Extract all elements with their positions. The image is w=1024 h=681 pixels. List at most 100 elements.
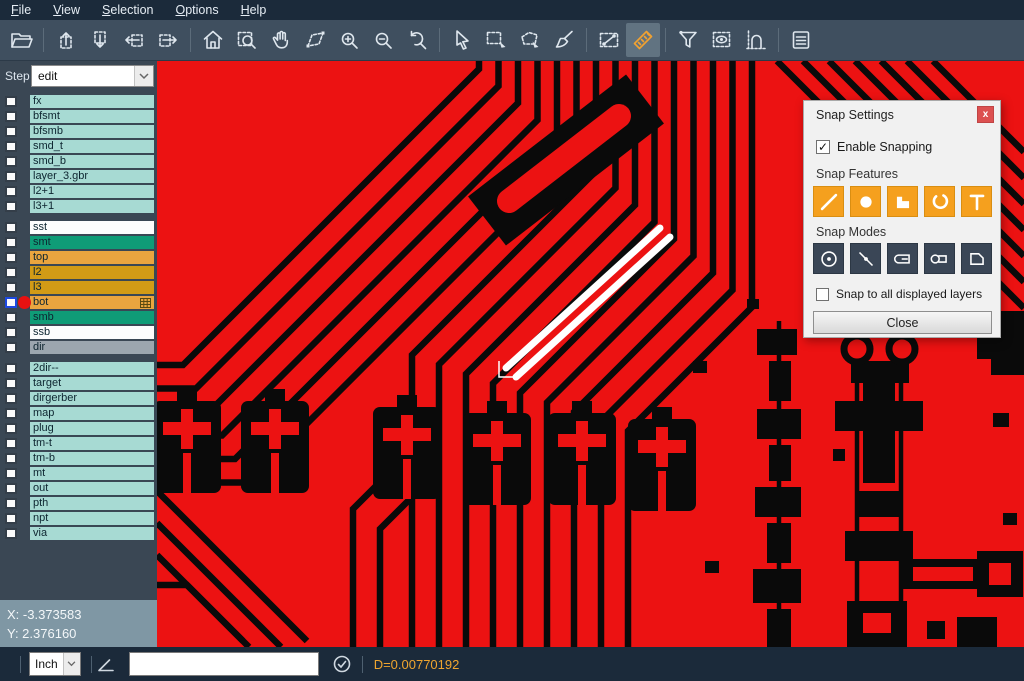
layer-name[interactable]: smt	[30, 236, 154, 249]
move-right-button[interactable]	[151, 23, 185, 57]
layer-name[interactable]: bot	[30, 296, 154, 309]
layer-name[interactable]: l2	[30, 266, 154, 279]
slot-end-snap-button[interactable]	[924, 243, 955, 274]
layer-name[interactable]: l2+1	[30, 185, 154, 198]
snap-all-layers-option[interactable]: Snap to all displayed layers	[816, 287, 982, 301]
snap-feature-surface-button[interactable]	[887, 186, 918, 217]
zoom-window-button[interactable]	[230, 23, 264, 57]
layer-visibility-checkbox[interactable]	[5, 267, 17, 278]
layer-visibility-checkbox[interactable]	[5, 201, 17, 212]
midpoint-snap-button[interactable]	[850, 243, 881, 274]
unit-dropdown[interactable]: Inch	[29, 652, 81, 676]
layer-name[interactable]: out	[30, 482, 154, 495]
layer-name[interactable]: 2dir--	[30, 362, 154, 375]
move-left-button[interactable]	[117, 23, 151, 57]
layer-visibility-checkbox[interactable]	[5, 513, 17, 524]
layer-visibility-checkbox[interactable]	[5, 96, 17, 107]
command-input[interactable]	[129, 652, 319, 676]
move-down-button[interactable]	[83, 23, 117, 57]
menu-item-options[interactable]: Options	[164, 3, 229, 17]
layer-visibility-checkbox[interactable]	[5, 408, 17, 419]
layer-name[interactable]: smd_b	[30, 155, 154, 168]
zoom-out-button[interactable]	[366, 23, 400, 57]
zoom-in-button[interactable]	[332, 23, 366, 57]
layer-name[interactable]: tm-b	[30, 452, 154, 465]
layer-visibility-checkbox[interactable]	[5, 342, 17, 353]
layer-visibility-checkbox[interactable]	[5, 186, 17, 197]
layer-name[interactable]: dir	[30, 341, 154, 354]
filter-button[interactable]	[671, 23, 705, 57]
layer-visibility-checkbox[interactable]	[5, 438, 17, 449]
contour-snap-button[interactable]	[961, 243, 992, 274]
zoom-previous-button[interactable]	[400, 23, 434, 57]
menu-item-view[interactable]: View	[42, 3, 91, 17]
view-window-button[interactable]	[705, 23, 739, 57]
layer-visibility-checkbox[interactable]	[5, 393, 17, 404]
layer-name[interactable]: map	[30, 407, 154, 420]
layer-name[interactable]: sst	[30, 221, 154, 234]
layer-name[interactable]: target	[30, 377, 154, 390]
layer-name[interactable]: tm-t	[30, 437, 154, 450]
layer-visibility-checkbox[interactable]	[5, 171, 17, 182]
report-button[interactable]	[784, 23, 818, 57]
layer-name[interactable]: pth	[30, 497, 154, 510]
layer-visibility-checkbox[interactable]	[5, 378, 17, 389]
enable-snapping-option[interactable]: Enable Snapping	[816, 140, 932, 154]
center-snap-button[interactable]	[813, 243, 844, 274]
layer-name[interactable]: fx	[30, 95, 154, 108]
layer-name[interactable]: mt	[30, 467, 154, 480]
select-rect-button[interactable]	[479, 23, 513, 57]
select-pointer-button[interactable]	[445, 23, 479, 57]
pan-button[interactable]	[264, 23, 298, 57]
select-polygon-button[interactable]	[513, 23, 547, 57]
slot-center-snap-button[interactable]	[887, 243, 918, 274]
layer-visibility-checkbox[interactable]	[5, 498, 17, 509]
layer-name[interactable]: dirgerber	[30, 392, 154, 405]
layer-visibility-checkbox[interactable]	[5, 423, 17, 434]
layer-name[interactable]: bfsmb	[30, 125, 154, 138]
layer-visibility-checkbox[interactable]	[5, 483, 17, 494]
measure-points-button[interactable]	[592, 23, 626, 57]
layer-name[interactable]: l3+1	[30, 200, 154, 213]
dialog-close-icon[interactable]: x	[977, 106, 994, 123]
snap-feature-text-button[interactable]	[961, 186, 992, 217]
home-button[interactable]	[196, 23, 230, 57]
layer-visibility-checkbox[interactable]	[5, 297, 17, 308]
layer-visibility-checkbox[interactable]	[5, 252, 17, 263]
layer-name[interactable]: via	[30, 527, 154, 540]
menu-item-selection[interactable]: Selection	[91, 3, 164, 17]
layer-name[interactable]: top	[30, 251, 154, 264]
zoom-dynamic-button[interactable]	[298, 23, 332, 57]
apply-check-icon[interactable]	[332, 654, 352, 674]
layer-visibility-checkbox[interactable]	[5, 156, 17, 167]
snap-all-layers-checkbox[interactable]	[816, 288, 829, 301]
layer-visibility-checkbox[interactable]	[5, 327, 17, 338]
layer-visibility-checkbox[interactable]	[5, 282, 17, 293]
layer-name[interactable]: layer_3.gbr	[30, 170, 154, 183]
layer-name[interactable]: npt	[30, 512, 154, 525]
layer-visibility-checkbox[interactable]	[5, 453, 17, 464]
layer-visibility-checkbox[interactable]	[5, 126, 17, 137]
layer-visibility-checkbox[interactable]	[5, 528, 17, 539]
layer-name[interactable]: smb	[30, 311, 154, 324]
layer-name[interactable]: ssb	[30, 326, 154, 339]
layer-visibility-checkbox[interactable]	[5, 222, 17, 233]
layer-name[interactable]: bfsmt	[30, 110, 154, 123]
move-up-button[interactable]	[49, 23, 83, 57]
layer-visibility-checkbox[interactable]	[5, 141, 17, 152]
snap-feature-arc-button[interactable]	[924, 186, 955, 217]
snap-button[interactable]	[739, 23, 773, 57]
layer-visibility-checkbox[interactable]	[5, 237, 17, 248]
clear-highlight-button[interactable]	[547, 23, 581, 57]
enable-snapping-checkbox[interactable]	[816, 140, 830, 154]
layer-visibility-checkbox[interactable]	[5, 468, 17, 479]
menu-item-help[interactable]: Help	[230, 3, 278, 17]
layer-visibility-checkbox[interactable]	[5, 312, 17, 323]
open-button[interactable]	[4, 23, 38, 57]
layer-visibility-checkbox[interactable]	[5, 111, 17, 122]
layer-name[interactable]: plug	[30, 422, 154, 435]
snap-feature-line-button[interactable]	[813, 186, 844, 217]
layer-name[interactable]: l3	[30, 281, 154, 294]
layer-name[interactable]: smd_t	[30, 140, 154, 153]
measure-ruler-button[interactable]	[626, 23, 660, 57]
